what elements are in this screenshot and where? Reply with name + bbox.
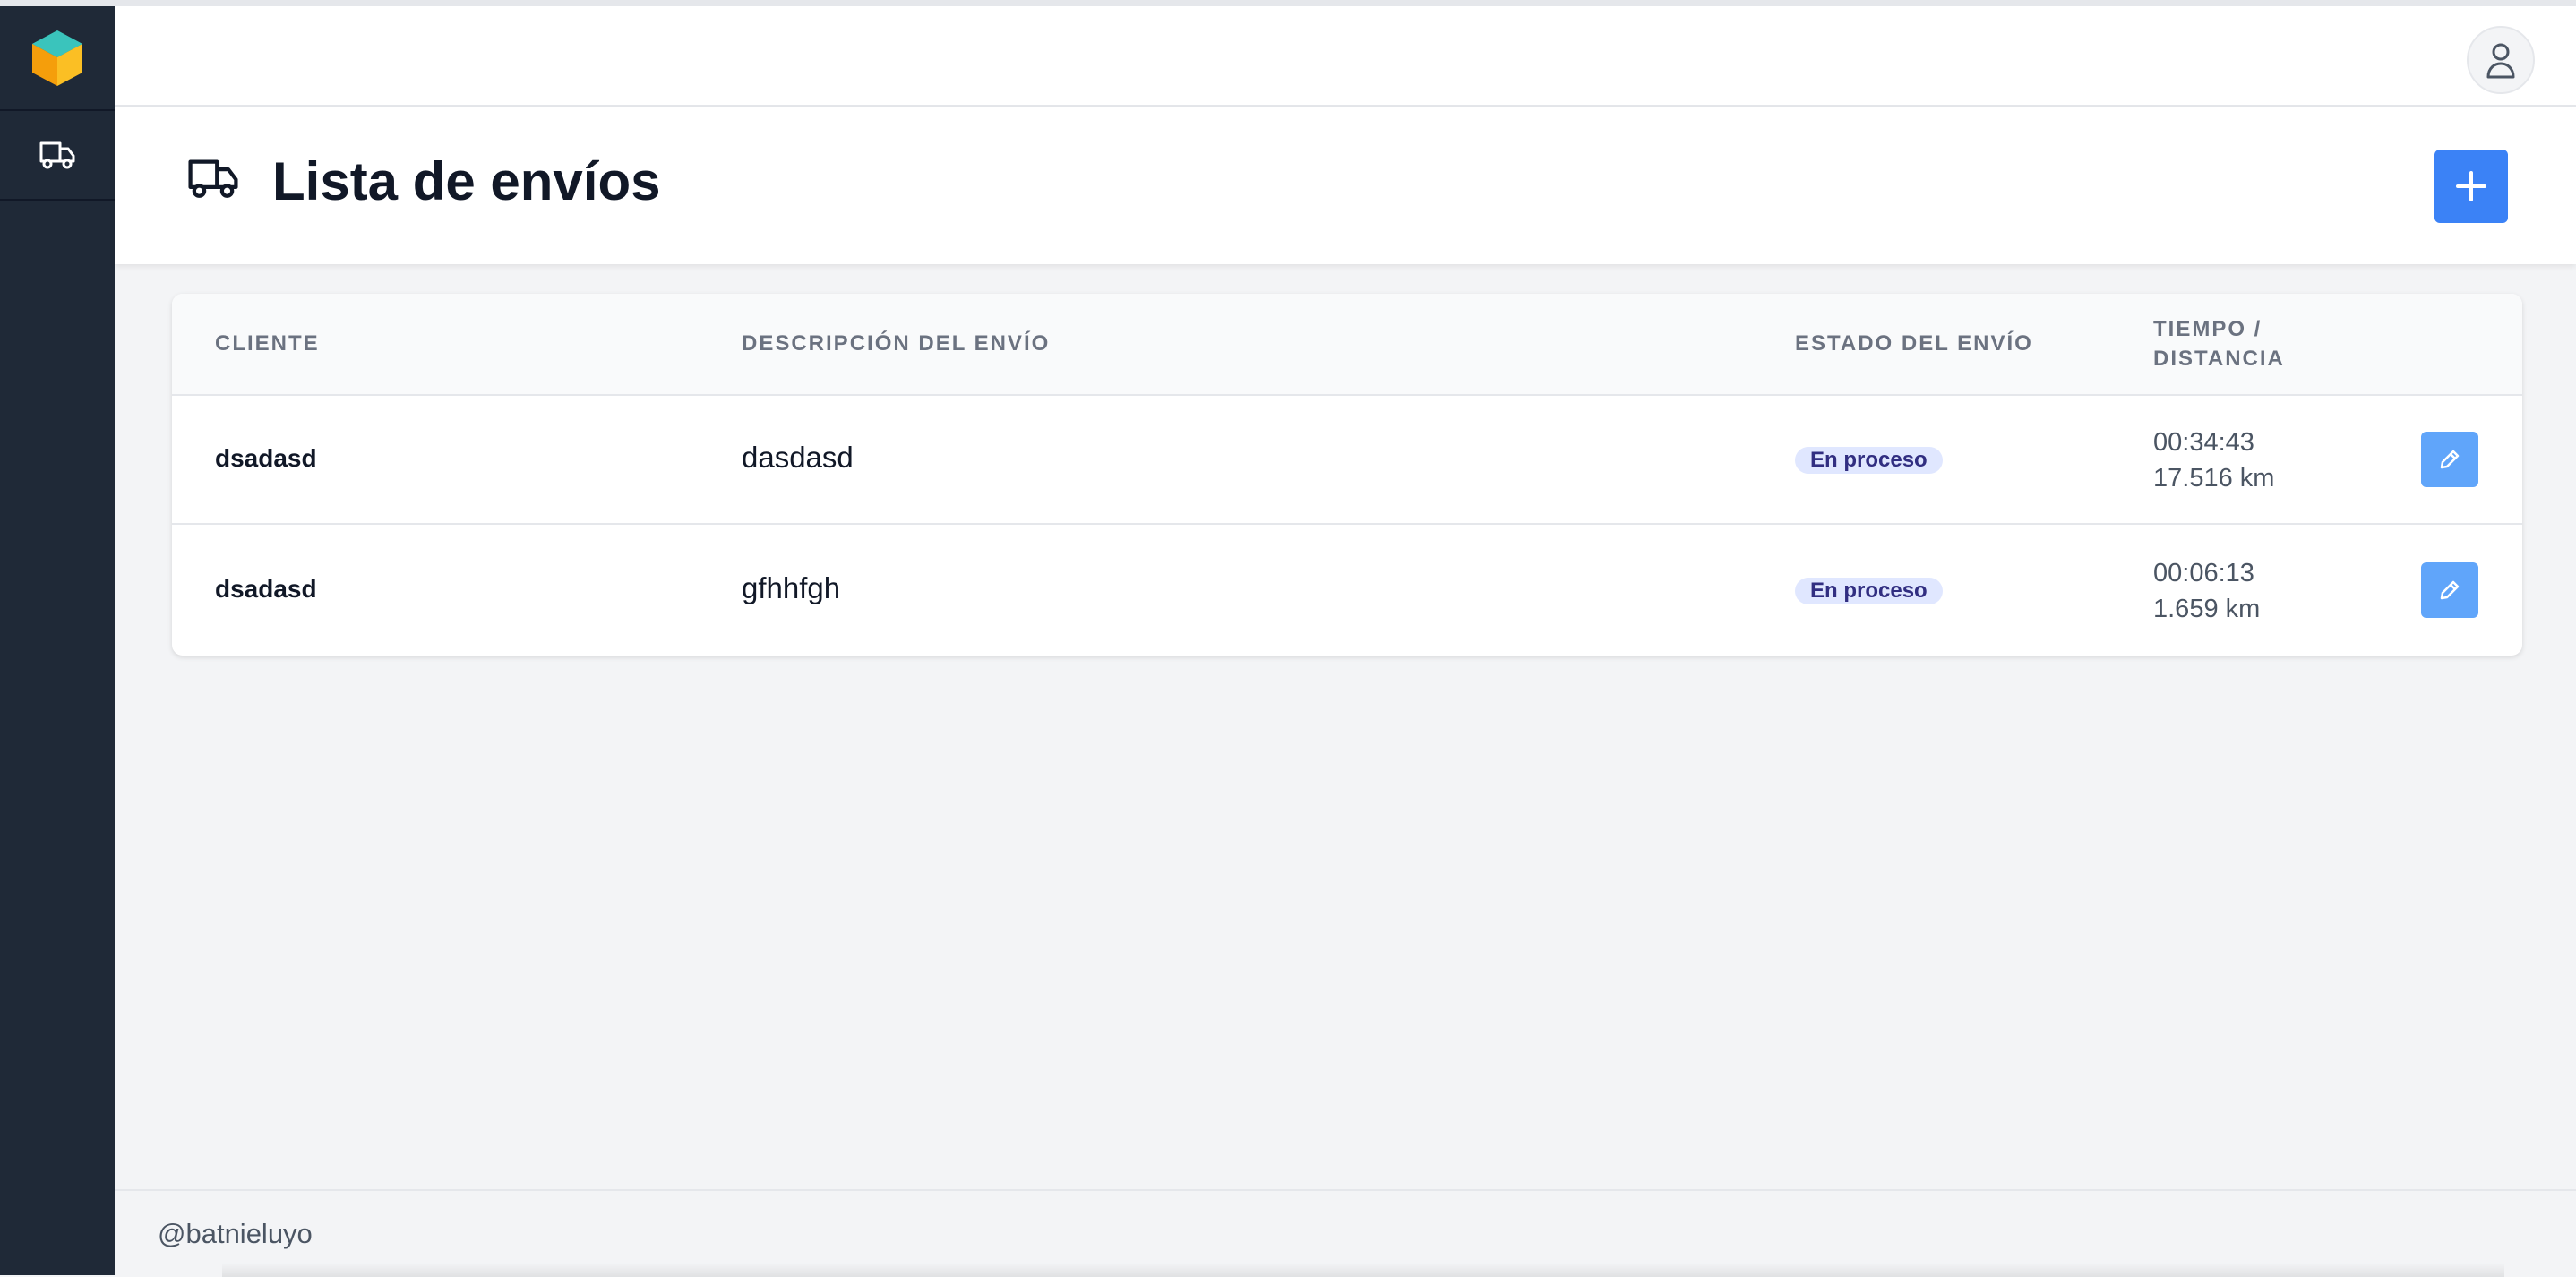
cube-logo-icon (32, 30, 82, 86)
distance-value: 17.516 km (2153, 464, 2275, 493)
top-strip (0, 0, 2576, 6)
sidebar-item-envios[interactable] (0, 111, 115, 201)
footer-credit: @batnieluyo (158, 1218, 313, 1249)
time-distance-cell: 00:34:43 17.516 km (2153, 424, 2274, 496)
column-header-cliente: CLIENTE (215, 331, 320, 356)
user-icon (2486, 43, 2515, 79)
time-value: 00:06:13 (2153, 559, 2254, 587)
user-avatar-button[interactable] (2467, 26, 2535, 94)
column-header-estado: ESTADO DEL ENVÍO (1795, 331, 2033, 356)
description-cell: gfhhfgh (742, 571, 841, 604)
table-row[interactable]: dsadasd gfhhfgh En proceso 00:06:13 1.65… (172, 525, 2522, 654)
description-cell: dasdasd (742, 441, 854, 474)
truck-icon (39, 141, 75, 169)
distance-value: 1.659 km (2153, 595, 2261, 623)
client-cell: dsadasd (215, 575, 317, 603)
pencil-icon (2440, 450, 2460, 469)
time-distance-cell: 00:06:13 1.659 km (2153, 555, 2260, 627)
shipments-table: CLIENTE DESCRIPCIÓN DEL ENVÍO ESTADO DEL… (172, 294, 2522, 656)
status-badge: En proceso (1795, 578, 1943, 604)
footer: @batnieluyo (115, 1189, 2576, 1277)
page-header: Lista de envíos (115, 107, 2576, 264)
column-header-tiempo-distancia: TIEMPO / DISTANCIA (2153, 317, 2285, 371)
edit-button[interactable] (2421, 432, 2478, 487)
plus-icon (2456, 171, 2486, 201)
top-bar (115, 6, 2576, 107)
truck-icon (186, 157, 240, 204)
column-header-descripcion: DESCRIPCIÓN DEL ENVÍO (742, 331, 1051, 356)
table-row[interactable]: dsadasd dasdasd En proceso 00:34:43 17.5… (172, 394, 2522, 525)
time-value: 00:34:43 (2153, 428, 2254, 457)
client-cell: dsadasd (215, 444, 317, 472)
edit-button[interactable] (2421, 562, 2478, 618)
sidebar (0, 6, 115, 1275)
page-title: Lista de envíos (272, 151, 661, 211)
logo[interactable] (0, 6, 115, 111)
table-header: CLIENTE DESCRIPCIÓN DEL ENVÍO ESTADO DEL… (172, 294, 2522, 396)
add-shipment-button[interactable] (2434, 150, 2508, 223)
status-badge: En proceso (1795, 447, 1943, 474)
pencil-icon (2440, 580, 2460, 600)
